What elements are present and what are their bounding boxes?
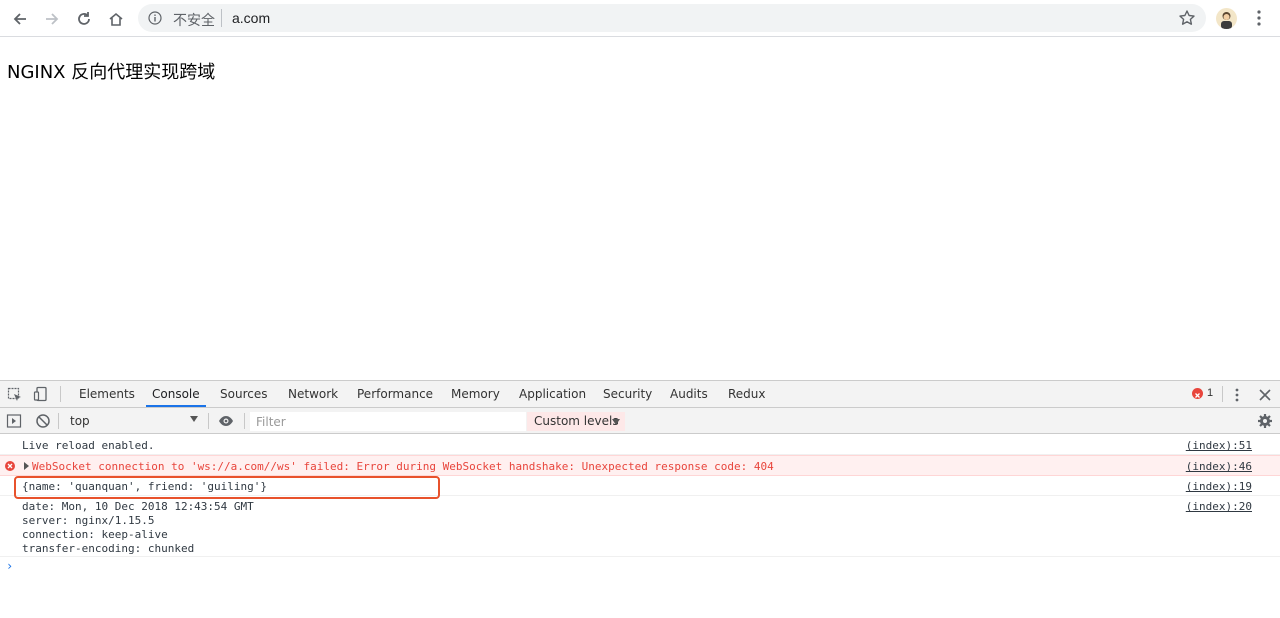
toolbar-divider	[58, 413, 59, 429]
chevron-down-icon	[190, 416, 198, 422]
inspect-element-icon[interactable]	[7, 387, 23, 403]
filter-input[interactable]	[250, 412, 526, 431]
clear-console-icon[interactable]	[35, 413, 51, 429]
url-text[interactable]: a.com	[232, 10, 270, 26]
console-prompt-icon[interactable]: ›	[6, 559, 13, 573]
tab-network[interactable]: Network	[288, 381, 338, 407]
context-selector[interactable]: top	[64, 412, 204, 430]
tab-performance[interactable]: Performance	[357, 381, 433, 407]
error-count[interactable]: 1	[1207, 387, 1213, 399]
avatar-icon	[1221, 12, 1232, 29]
reload-button[interactable]	[71, 6, 97, 32]
home-icon	[109, 12, 123, 26]
devtools-panel: Elements Console Sources Network Perform…	[0, 380, 1280, 618]
info-icon[interactable]	[148, 11, 162, 25]
console-output: Live reload enabled. (index):51 WebSocke…	[0, 435, 1280, 618]
device-toolbar-icon[interactable]	[33, 386, 49, 402]
profile-avatar[interactable]	[1216, 8, 1237, 29]
page-title: NGINX 反向代理实现跨域	[7, 62, 216, 83]
context-label: top	[70, 414, 90, 428]
tab-elements[interactable]: Elements	[79, 381, 135, 407]
show-sidebar-icon[interactable]	[6, 413, 22, 429]
tab-audits[interactable]: Audits	[670, 381, 708, 407]
chevron-down-icon	[612, 419, 620, 425]
close-icon[interactable]	[1257, 387, 1273, 403]
tab-console[interactable]: Console	[146, 381, 206, 407]
tab-memory[interactable]: Memory	[451, 381, 500, 407]
browser-toolbar: 不安全 a.com	[0, 0, 1280, 37]
console-source-link[interactable]: (index):46	[1186, 460, 1252, 473]
url-divider	[221, 9, 222, 27]
console-source-link[interactable]: (index):51	[1186, 439, 1252, 452]
back-arrow-icon	[13, 13, 26, 25]
reload-icon	[78, 12, 90, 25]
forward-arrow-icon	[46, 13, 59, 25]
console-source-link[interactable]: (index):20	[1186, 500, 1252, 514]
tab-security[interactable]: Security	[603, 381, 652, 407]
console-source-link[interactable]: (index):19	[1186, 480, 1252, 493]
browser-menu-icon[interactable]	[1250, 8, 1268, 28]
tab-application[interactable]: Application	[519, 381, 586, 407]
log-levels-dropdown[interactable]: Custom levels	[527, 412, 625, 431]
security-label: 不安全	[173, 13, 215, 29]
error-icon	[5, 461, 15, 471]
console-headers-message: date: Mon, 10 Dec 2018 12:43:54 GMT serv…	[22, 500, 254, 555]
console-error-line: WebSocket connection to 'ws://a.com//ws'…	[0, 455, 1280, 476]
console-toolbar: top Custom levels	[0, 408, 1280, 434]
toolbar-divider	[1222, 386, 1223, 402]
log-levels-label: Custom levels	[534, 414, 619, 428]
eye-icon[interactable]	[218, 413, 234, 429]
devtools-tabbar: Elements Console Sources Network Perform…	[0, 381, 1280, 408]
toolbar-divider	[244, 413, 245, 429]
back-button[interactable]	[7, 6, 33, 32]
tab-redux[interactable]: Redux	[728, 381, 766, 407]
console-line: Live reload enabled. (index):51	[0, 435, 1280, 455]
toolbar-divider	[208, 413, 209, 429]
address-bar[interactable]: 不安全 a.com	[138, 4, 1206, 32]
tab-sources[interactable]: Sources	[220, 381, 267, 407]
console-error-message: WebSocket connection to 'ws://a.com//ws'…	[32, 460, 774, 473]
gear-icon[interactable]	[1257, 413, 1273, 429]
home-button[interactable]	[103, 6, 129, 32]
devtools-menu-icon[interactable]	[1229, 387, 1245, 403]
bookmark-star-icon[interactable]	[1178, 9, 1196, 27]
forward-button[interactable]	[39, 6, 65, 32]
toolbar-divider	[60, 386, 61, 402]
error-count-icon[interactable]	[1192, 388, 1203, 399]
console-line: date: Mon, 10 Dec 2018 12:43:54 GMT serv…	[0, 496, 1280, 557]
console-message: Live reload enabled.	[22, 439, 155, 452]
expand-triangle-icon[interactable]	[24, 462, 29, 470]
